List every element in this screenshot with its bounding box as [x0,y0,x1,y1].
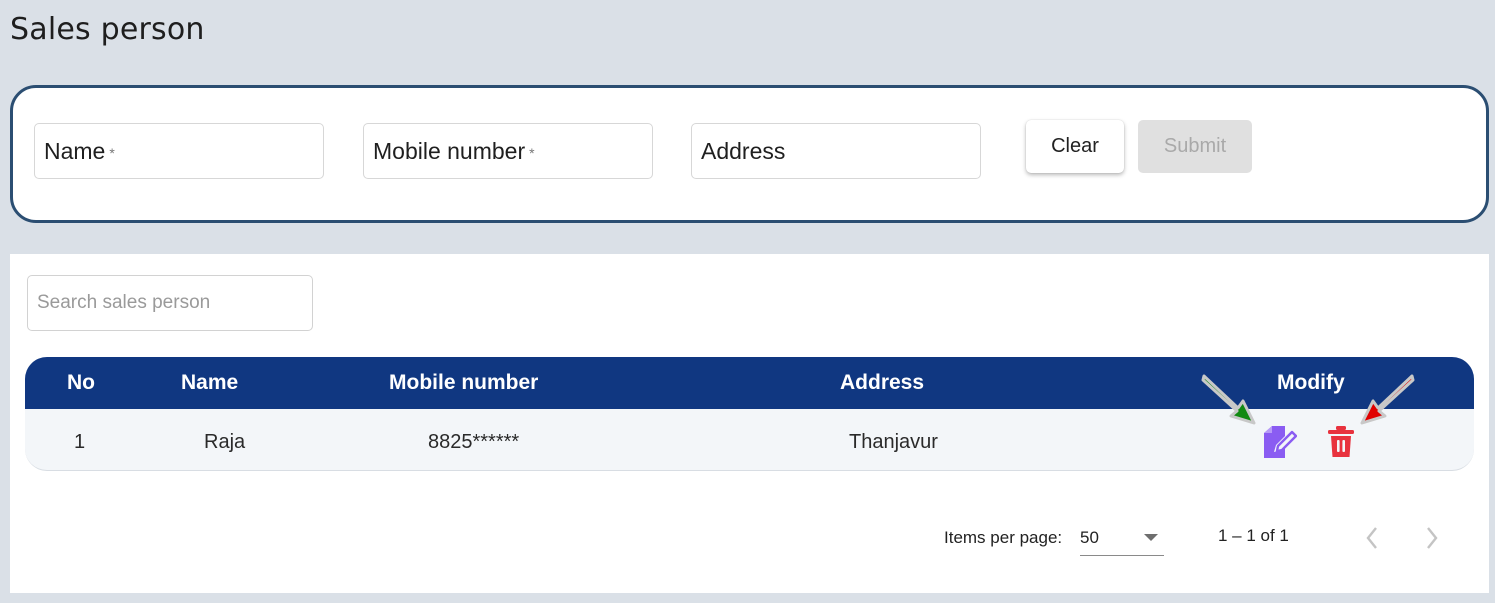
mobile-number-field[interactable]: Mobile number * [363,123,653,179]
submit-button[interactable]: Submit [1138,120,1252,173]
green-arrow-icon [1198,370,1262,433]
column-header-name: Name [181,371,239,394]
red-arrow-icon [1354,370,1418,433]
pagination-range: 1 – 1 of 1 [1218,526,1289,545]
column-header-modify: Modify [1277,371,1345,394]
sales-person-form: Name * Mobile number * Address Clear Sub… [10,85,1489,223]
name-field-label: Name [44,137,106,164]
sales-person-list: Search sales person No Name Mobile numbe… [10,254,1489,593]
chevron-down-icon [1144,534,1158,541]
cell-address: Thanjavur [849,431,938,453]
items-per-page-label: Items per page: [944,528,1063,547]
items-per-page-select[interactable]: 50 [1080,518,1164,556]
chevron-right-icon[interactable] [1422,524,1442,557]
search-input[interactable]: Search sales person [27,275,313,331]
items-per-page-value: 50 [1080,528,1099,547]
column-header-address: Address [840,371,925,394]
edit-icon[interactable] [1261,424,1298,466]
page-title: Sales person [10,12,205,47]
required-mark: * [529,145,535,161]
cell-name: Raja [204,431,246,453]
address-field-label: Address [701,137,786,164]
trash-icon[interactable] [1326,425,1356,465]
chevron-left-icon[interactable] [1362,524,1382,557]
name-field[interactable]: Name * [34,123,324,179]
column-header-mobile-number: Mobile number [389,371,539,394]
column-header-no: No [67,371,95,394]
cell-no: 1 [74,431,86,453]
address-field[interactable]: Address [691,123,981,179]
required-mark: * [109,145,115,161]
cell-mobile-number: 8825****** [428,431,520,453]
clear-button[interactable]: Clear [1026,120,1124,173]
mobile-number-field-label: Mobile number [373,137,526,164]
